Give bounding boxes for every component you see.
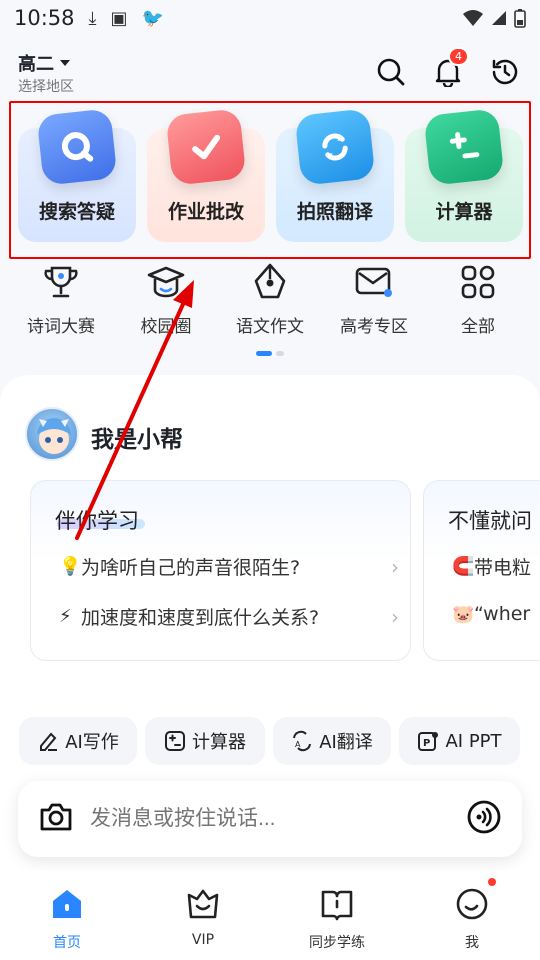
suggested-question[interactable]: 🧲 带电粒 xyxy=(452,553,540,580)
svg-text:P: P xyxy=(423,738,430,749)
message-input-bar xyxy=(18,781,522,857)
feature-label: 作业批改 xyxy=(167,201,244,223)
chip-label: 计算器 xyxy=(192,732,246,753)
feature-label: 计算器 xyxy=(435,201,493,223)
feature-label: 搜索答疑 xyxy=(38,201,115,223)
lightbulb-icon: 💡 xyxy=(59,556,82,577)
status-time: 10:58 xyxy=(14,6,75,30)
eraser-pen-icon xyxy=(40,732,58,751)
shortcut-label: 全部 xyxy=(461,317,495,337)
translate-icon: A xyxy=(293,730,312,752)
chip-ai-writing[interactable]: AI写作 xyxy=(19,717,137,765)
bird-icon: 🐦 xyxy=(141,7,164,29)
suggested-question[interactable]: 🐷 “wher xyxy=(452,603,540,625)
unread-dot xyxy=(488,878,496,886)
chip-label: AI翻译 xyxy=(319,732,373,753)
wifi-icon xyxy=(463,10,483,26)
download-icon: ⤓ xyxy=(88,7,97,29)
feature-photo-translate[interactable]: 拍照翻译 xyxy=(276,108,394,242)
chip-calculator[interactable]: 计算器 xyxy=(145,717,265,765)
chip-ai-translate[interactable]: A AI翻译 xyxy=(273,717,391,765)
question-text: 加速度和速度到底什么关系? xyxy=(81,607,320,629)
question-card: 伴你学习 💡 为啥听自己的声音很陌生? › ⚡ 加速度和速度到底什么关系? › xyxy=(30,480,411,661)
chip-label: AI写作 xyxy=(65,732,119,753)
shortcut-all[interactable]: 全部 xyxy=(433,262,523,337)
calculator-icon xyxy=(423,108,505,186)
home-icon xyxy=(47,884,87,924)
card-title: 不懂就问 xyxy=(448,509,532,533)
tab-home[interactable]: 首页 xyxy=(17,884,117,952)
grid-icon xyxy=(458,262,498,302)
shortcut-label: 语文作文 xyxy=(236,317,304,337)
profile-icon xyxy=(452,878,496,924)
shortcut-poetry-contest[interactable]: 诗词大赛 xyxy=(16,262,106,337)
question-text: 为啥听自己的声音很陌生? xyxy=(81,557,301,579)
lightning-icon: ⚡ xyxy=(59,606,72,627)
feature-homework-check[interactable]: 作业批改 xyxy=(147,108,265,242)
region-selector[interactable]: 选择地区 xyxy=(18,76,74,96)
magnet-icon: 🧲 xyxy=(452,556,475,577)
notification-badge: 4 xyxy=(448,47,469,66)
feature-search-qa[interactable]: 搜索答疑 xyxy=(18,108,136,242)
chip-ai-ppt[interactable]: P AI PPT xyxy=(399,717,520,765)
svg-text:A: A xyxy=(295,740,301,749)
suggested-question[interactable]: ⚡ 加速度和速度到底什么关系? › xyxy=(59,603,399,630)
shortcut-campus-circle[interactable]: 校园圈 xyxy=(121,262,211,337)
voice-wave-icon xyxy=(467,800,501,834)
feature-label: 拍照翻译 xyxy=(296,201,373,223)
chip-label: AI PPT xyxy=(445,730,502,752)
trophy-icon xyxy=(41,262,81,302)
shortcut-gaokao-zone[interactable]: 高考专区 xyxy=(329,262,419,337)
feature-calculator[interactable]: 计算器 xyxy=(405,108,523,242)
check-icon xyxy=(165,108,247,186)
question-text: 带电粒 xyxy=(474,557,532,579)
mail-icon xyxy=(354,262,394,302)
tab-me[interactable]: 我 xyxy=(422,878,522,952)
chevron-right-icon: › xyxy=(391,604,399,629)
book-icon xyxy=(317,884,357,924)
assistant-avatar xyxy=(25,407,79,461)
search-button[interactable] xyxy=(374,55,408,89)
voice-button[interactable] xyxy=(466,799,502,839)
calculator-icon xyxy=(165,731,185,751)
grade-label: 高二 xyxy=(18,54,54,75)
camera-icon xyxy=(40,803,72,831)
shortcut-chinese-essay[interactable]: 语文作文 xyxy=(225,262,315,337)
tab-sync-study[interactable]: 同步学练 xyxy=(287,884,387,952)
grade-selector[interactable]: 高二 xyxy=(18,50,70,76)
caret-down-icon xyxy=(60,60,70,66)
shortcut-label: 诗词大赛 xyxy=(27,317,95,337)
pen-nib-icon xyxy=(250,262,290,302)
tab-label: VIP xyxy=(191,932,215,948)
font-app-icon: ▣ xyxy=(110,7,128,29)
shortcut-label: 校园圈 xyxy=(140,317,192,337)
message-input[interactable] xyxy=(90,807,450,831)
tab-label: 同步学练 xyxy=(309,935,365,951)
search-icon xyxy=(36,108,118,186)
search-icon xyxy=(377,58,405,86)
question-text: “wher xyxy=(474,603,531,625)
tab-vip[interactable]: VIP xyxy=(153,884,253,948)
tab-label: 我 xyxy=(465,935,479,951)
pig-icon: 🐷 xyxy=(452,603,475,625)
camera-button[interactable] xyxy=(38,801,74,837)
status-bar: 10:58 ⤓ ▣ 🐦 xyxy=(0,0,540,36)
question-card: 不懂就问 🧲 带电粒 🐷 “wher xyxy=(423,480,540,661)
shortcut-label: 高考专区 xyxy=(340,317,408,337)
history-button[interactable] xyxy=(488,55,522,89)
page-indicator xyxy=(256,351,284,356)
translate-icon xyxy=(294,108,376,186)
ppt-icon: P xyxy=(418,732,439,751)
tab-label: 首页 xyxy=(53,935,81,951)
signal-icon xyxy=(492,11,506,25)
history-clock-icon xyxy=(492,59,518,85)
battery-icon xyxy=(514,9,526,28)
graduation-cap-icon xyxy=(146,262,186,302)
chevron-right-icon: › xyxy=(391,554,399,579)
card-title: 伴你学习 xyxy=(55,509,139,533)
assistant-name: 我是小帮 xyxy=(91,427,183,453)
notifications-button[interactable]: 4 xyxy=(431,47,469,89)
vip-crown-icon xyxy=(183,884,223,924)
suggested-question[interactable]: 💡 为啥听自己的声音很陌生? › xyxy=(59,553,399,580)
